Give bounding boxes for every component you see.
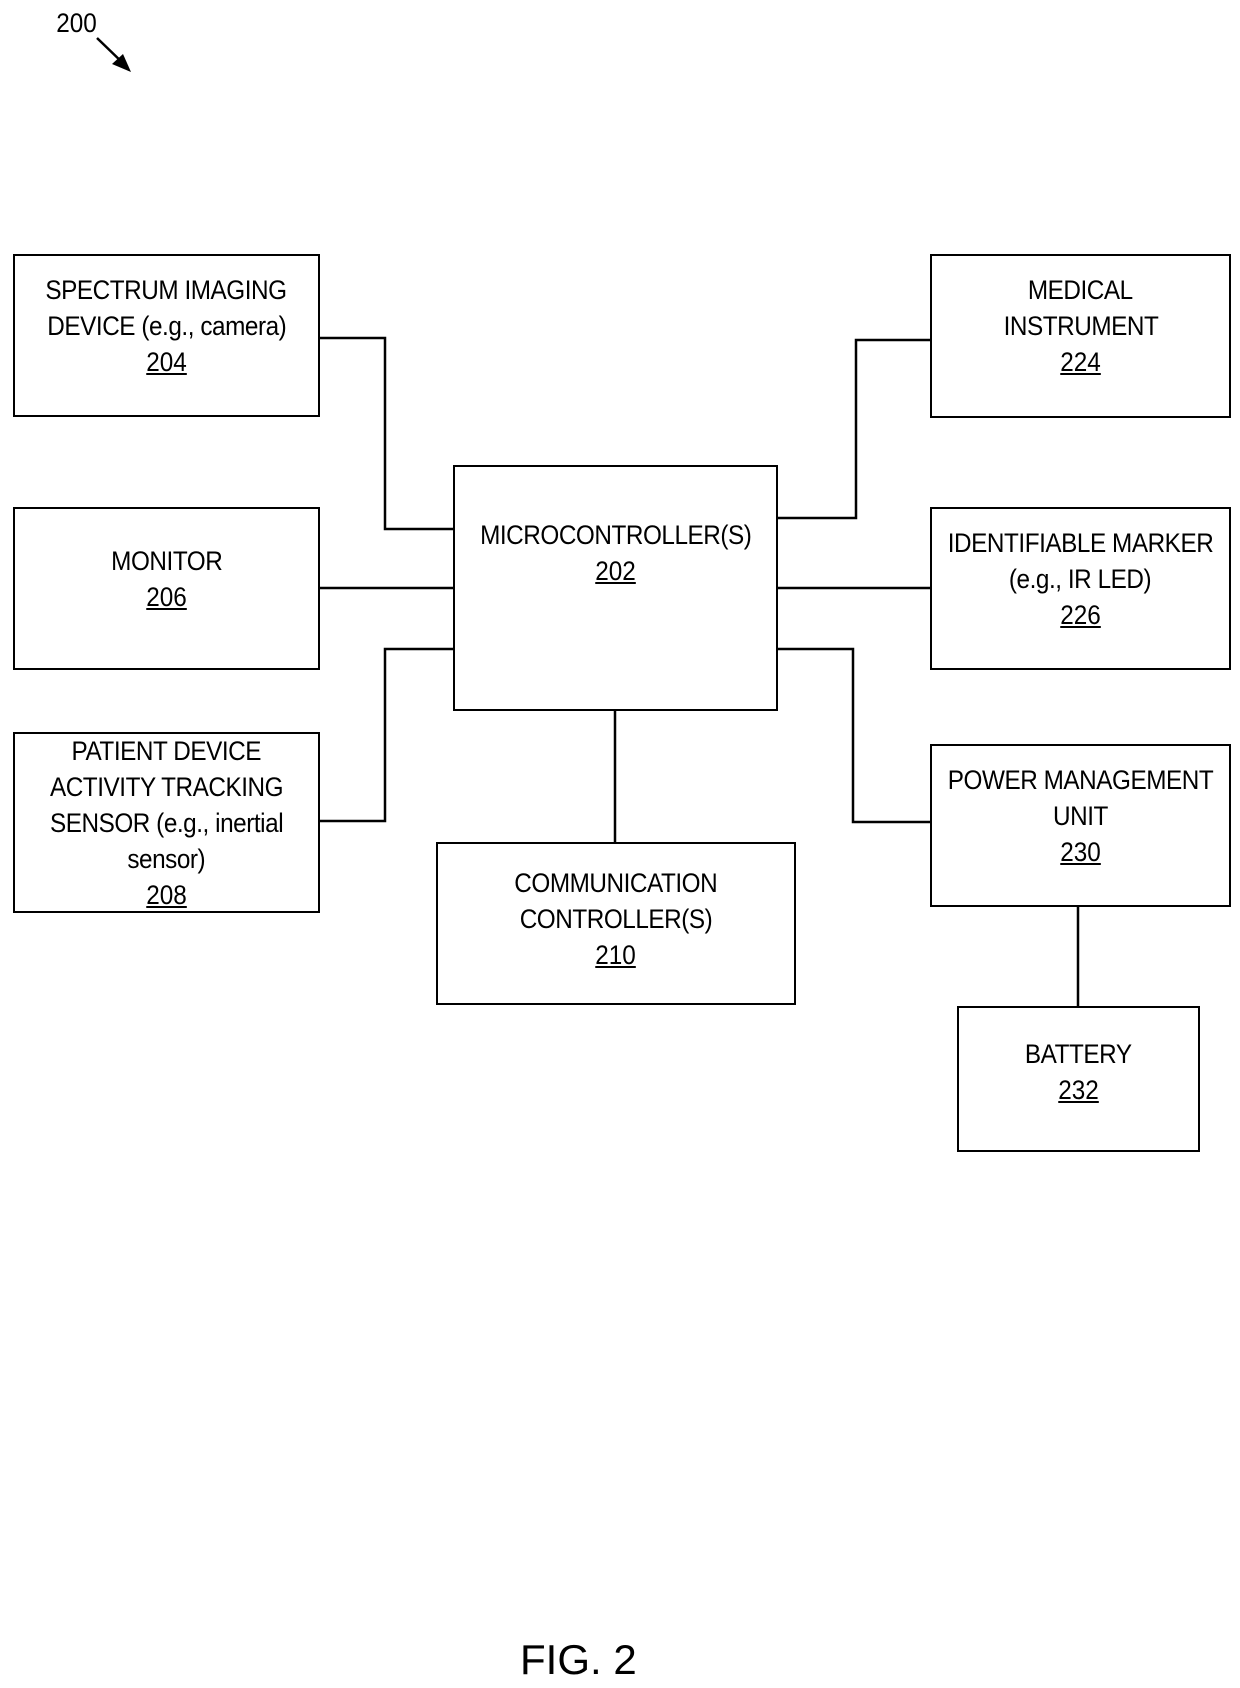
block-label: CONTROLLER(S): [519, 903, 713, 934]
wire-202-230: [778, 647, 930, 824]
block-label: IDENTIFIABLE MARKER: [947, 527, 1214, 558]
block-label: MICROCONTROLLER(S): [479, 520, 752, 550]
block-ref: 224: [1060, 347, 1101, 377]
block-microcontroller: MICROCONTROLLER(S) 202: [453, 465, 778, 711]
block-label: MEDICAL: [1028, 275, 1133, 305]
block-label: SENSOR (e.g., inertial: [49, 807, 284, 838]
block-ref: 206: [146, 581, 187, 612]
block-ref: 202: [595, 556, 636, 586]
block-spectrum-imaging-device: SPECTRUM IMAGING DEVICE (e.g., camera) 2…: [13, 254, 320, 417]
block-label: PATIENT DEVICE: [71, 735, 262, 766]
block-label: sensor): [127, 843, 206, 874]
reference-arrow-icon: [96, 37, 131, 72]
block-label: (e.g., IR LED): [1009, 563, 1152, 594]
block-ref: 208: [146, 879, 187, 910]
wire-208-202: [320, 647, 453, 823]
block-battery: BATTERY 232: [957, 1006, 1200, 1152]
block-communication-controller: COMMUNICATION CONTROLLER(S) 210: [436, 842, 796, 1005]
block-label: BATTERY: [1025, 1039, 1132, 1069]
block-ref: 230: [1060, 836, 1101, 867]
block-ref: 226: [1060, 599, 1101, 630]
block-ref: 232: [1058, 1075, 1099, 1105]
block-label: SPECTRUM IMAGING: [45, 274, 288, 305]
wire-202-224: [778, 338, 930, 520]
figure-caption: FIG. 2: [520, 1636, 637, 1683]
block-label: INSTRUMENT: [1003, 311, 1158, 341]
block-label: COMMUNICATION: [514, 867, 718, 898]
block-label: ACTIVITY TRACKING: [49, 771, 284, 802]
block-label: POWER MANAGEMENT: [947, 764, 1214, 795]
block-identifiable-marker: IDENTIFIABLE MARKER (e.g., IR LED) 226: [930, 507, 1231, 670]
block-patient-activity-sensor: PATIENT DEVICE ACTIVITY TRACKING SENSOR …: [13, 732, 320, 913]
block-label: UNIT: [1053, 800, 1108, 831]
wire-204-202: [320, 336, 453, 531]
block-medical-instrument: MEDICAL INSTRUMENT 224: [930, 254, 1231, 418]
figure-reference-number: 200: [56, 8, 97, 38]
block-label: DEVICE (e.g., camera): [46, 310, 287, 341]
block-ref: 204: [146, 346, 187, 377]
block-monitor: MONITOR 206: [13, 507, 320, 670]
block-power-management-unit: POWER MANAGEMENT UNIT 230: [930, 744, 1231, 907]
block-ref: 210: [595, 939, 637, 970]
block-label: MONITOR: [110, 545, 223, 576]
